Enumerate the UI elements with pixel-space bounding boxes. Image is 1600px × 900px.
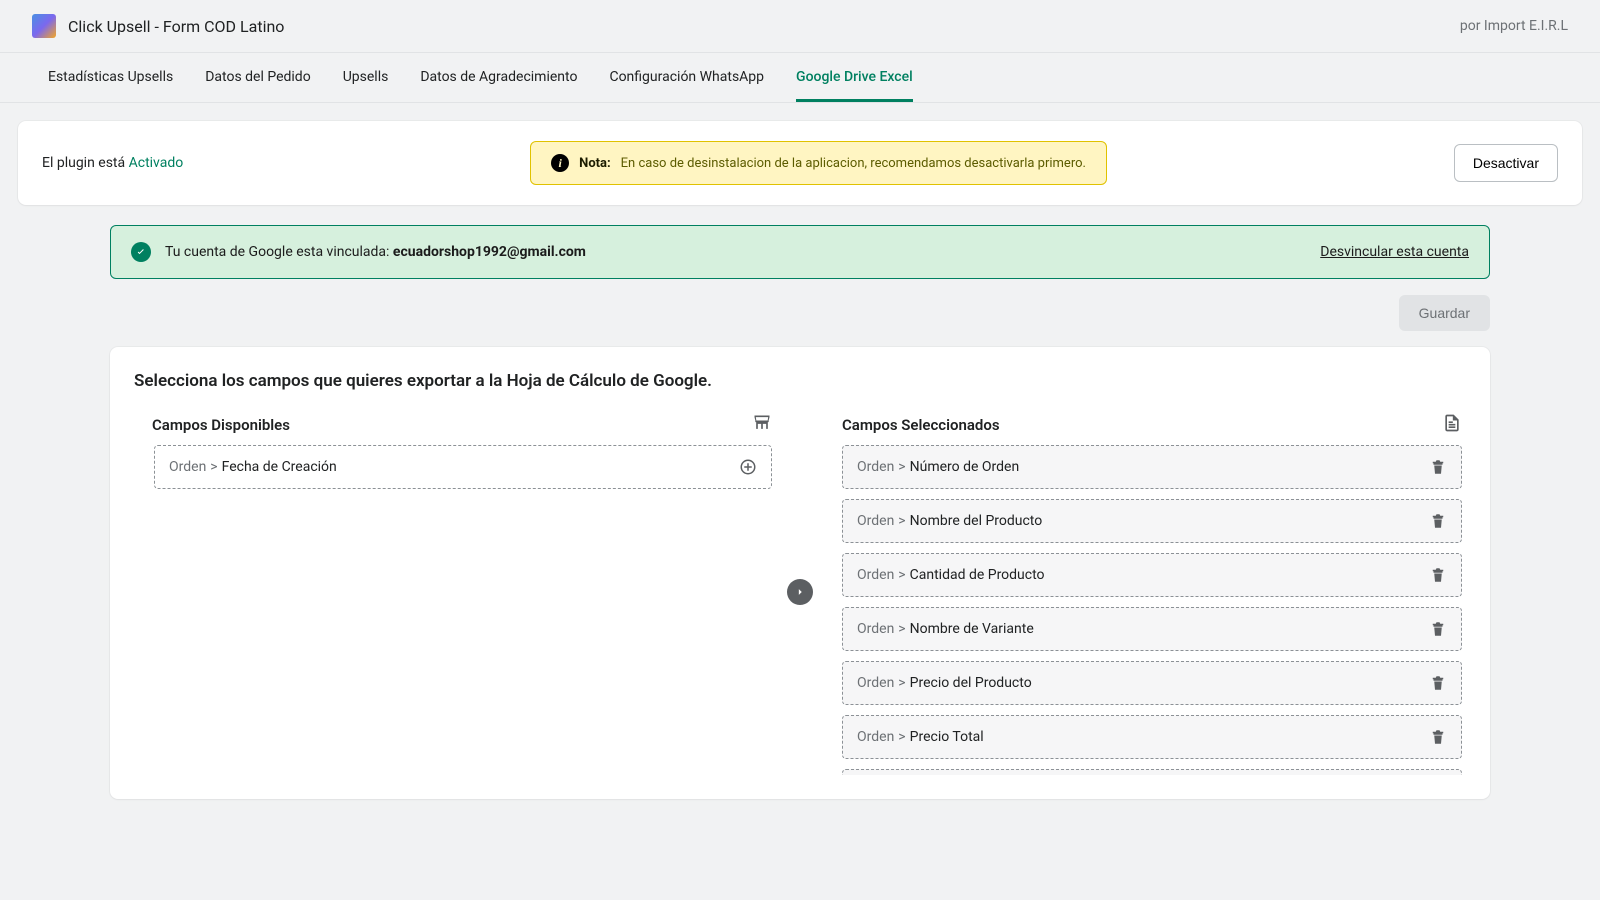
banner-text: Tu cuenta de Google esta vinculada: ecua… bbox=[165, 244, 586, 260]
note-label: Nota: bbox=[579, 156, 611, 171]
tab-0[interactable]: Estadísticas Upsells bbox=[48, 53, 173, 102]
tab-4[interactable]: Configuración WhatsApp bbox=[609, 53, 764, 102]
trash-icon[interactable] bbox=[1429, 728, 1447, 746]
plugin-status-text: El plugin está Activado bbox=[42, 155, 183, 171]
selected-field[interactable]: Orden>Nombre de Variante bbox=[842, 607, 1462, 651]
google-linked-banner: Tu cuenta de Google esta vinculada: ecua… bbox=[110, 225, 1490, 279]
arrow-right-icon bbox=[787, 579, 813, 605]
app-icon bbox=[32, 14, 56, 38]
transfer-arrow bbox=[776, 409, 824, 775]
banner-prefix: Tu cuenta de Google esta vinculada: bbox=[165, 244, 393, 260]
tab-3[interactable]: Datos de Agradecimiento bbox=[420, 53, 577, 102]
field-label: Orden>Nombre de Variante bbox=[857, 621, 1034, 637]
main-content: Tu cuenta de Google esta vinculada: ecua… bbox=[0, 205, 1600, 799]
top-bar: Click Upsell - Form COD Latino por Impor… bbox=[0, 0, 1600, 53]
top-bar-left: Click Upsell - Form COD Latino bbox=[32, 14, 284, 38]
field-label: Orden>Fecha de Creación bbox=[169, 459, 337, 475]
field-label: Orden>Cantidad de Producto bbox=[857, 567, 1045, 583]
selected-header: Campos Seleccionados bbox=[824, 409, 1466, 445]
available-list[interactable]: Orden>Fecha de Creación bbox=[134, 445, 776, 775]
plugin-status-word: Activado bbox=[129, 155, 184, 171]
tabs: Estadísticas Upsells Datos del Pedido Upse… bbox=[0, 53, 1600, 103]
banner-email: ecuadorshop1992@gmail.com bbox=[393, 244, 586, 260]
save-row: Guardar bbox=[110, 295, 1490, 331]
selected-field[interactable]: Orden>Precio del Producto bbox=[842, 661, 1462, 705]
field-label: Orden>Número de Orden bbox=[857, 459, 1019, 475]
tab-1[interactable]: Datos del Pedido bbox=[205, 53, 310, 102]
selected-column: Campos Seleccionados Orden>Número de Ord… bbox=[824, 409, 1466, 775]
selected-header-label: Campos Seleccionados bbox=[842, 416, 1000, 434]
note-box: i Nota: En caso de desinstalacion de la … bbox=[530, 141, 1107, 185]
deactivate-button[interactable]: Desactivar bbox=[1454, 144, 1558, 182]
store-icon bbox=[752, 413, 772, 437]
selected-field[interactable]: Cliente>Nombre y Apellidos bbox=[842, 769, 1462, 775]
note-text: En caso de desinstalacion de la aplicaci… bbox=[621, 156, 1086, 171]
add-icon[interactable] bbox=[739, 458, 757, 476]
field-label: Orden>Precio Total bbox=[857, 729, 984, 745]
vendor-label: por Import E.I.R.L bbox=[1460, 18, 1568, 34]
selected-field[interactable]: Orden>Cantidad de Producto bbox=[842, 553, 1462, 597]
available-header: Campos Disponibles bbox=[134, 409, 776, 445]
banner-left: Tu cuenta de Google esta vinculada: ecua… bbox=[131, 242, 586, 262]
field-label: Orden>Nombre del Producto bbox=[857, 513, 1042, 529]
selected-list[interactable]: Orden>Número de Orden Orden>Nombre del Pr… bbox=[824, 445, 1466, 775]
selected-field[interactable]: Orden>Precio Total bbox=[842, 715, 1462, 759]
tab-5[interactable]: Google Drive Excel bbox=[796, 53, 913, 102]
trash-icon[interactable] bbox=[1429, 566, 1447, 584]
trash-icon[interactable] bbox=[1429, 458, 1447, 476]
fields-panel-title: Selecciona los campos que quieres export… bbox=[134, 371, 1466, 391]
document-icon bbox=[1442, 413, 1462, 437]
field-label: Orden>Precio del Producto bbox=[857, 675, 1032, 691]
selected-field[interactable]: Orden>Número de Orden bbox=[842, 445, 1462, 489]
save-button[interactable]: Guardar bbox=[1399, 295, 1490, 331]
available-header-label: Campos Disponibles bbox=[152, 416, 290, 434]
fields-panel: Selecciona los campos que quieres export… bbox=[110, 347, 1490, 799]
trash-icon[interactable] bbox=[1429, 620, 1447, 638]
plugin-status-panel: El plugin está Activado i Nota: En caso … bbox=[18, 121, 1582, 205]
fields-columns: Campos Disponibles Orden>Fecha de Creaci… bbox=[134, 409, 1466, 775]
unlink-account-link[interactable]: Desvincular esta cuenta bbox=[1320, 244, 1469, 260]
plugin-status-prefix: El plugin está bbox=[42, 155, 129, 171]
selected-field[interactable]: Orden>Nombre del Producto bbox=[842, 499, 1462, 543]
trash-icon[interactable] bbox=[1429, 512, 1447, 530]
info-icon: i bbox=[551, 154, 569, 172]
trash-icon[interactable] bbox=[1429, 674, 1447, 692]
app-title: Click Upsell - Form COD Latino bbox=[68, 17, 284, 36]
available-field[interactable]: Orden>Fecha de Creación bbox=[154, 445, 772, 489]
available-column: Campos Disponibles Orden>Fecha de Creaci… bbox=[134, 409, 776, 775]
tab-2[interactable]: Upsells bbox=[343, 53, 389, 102]
check-icon bbox=[131, 242, 151, 262]
